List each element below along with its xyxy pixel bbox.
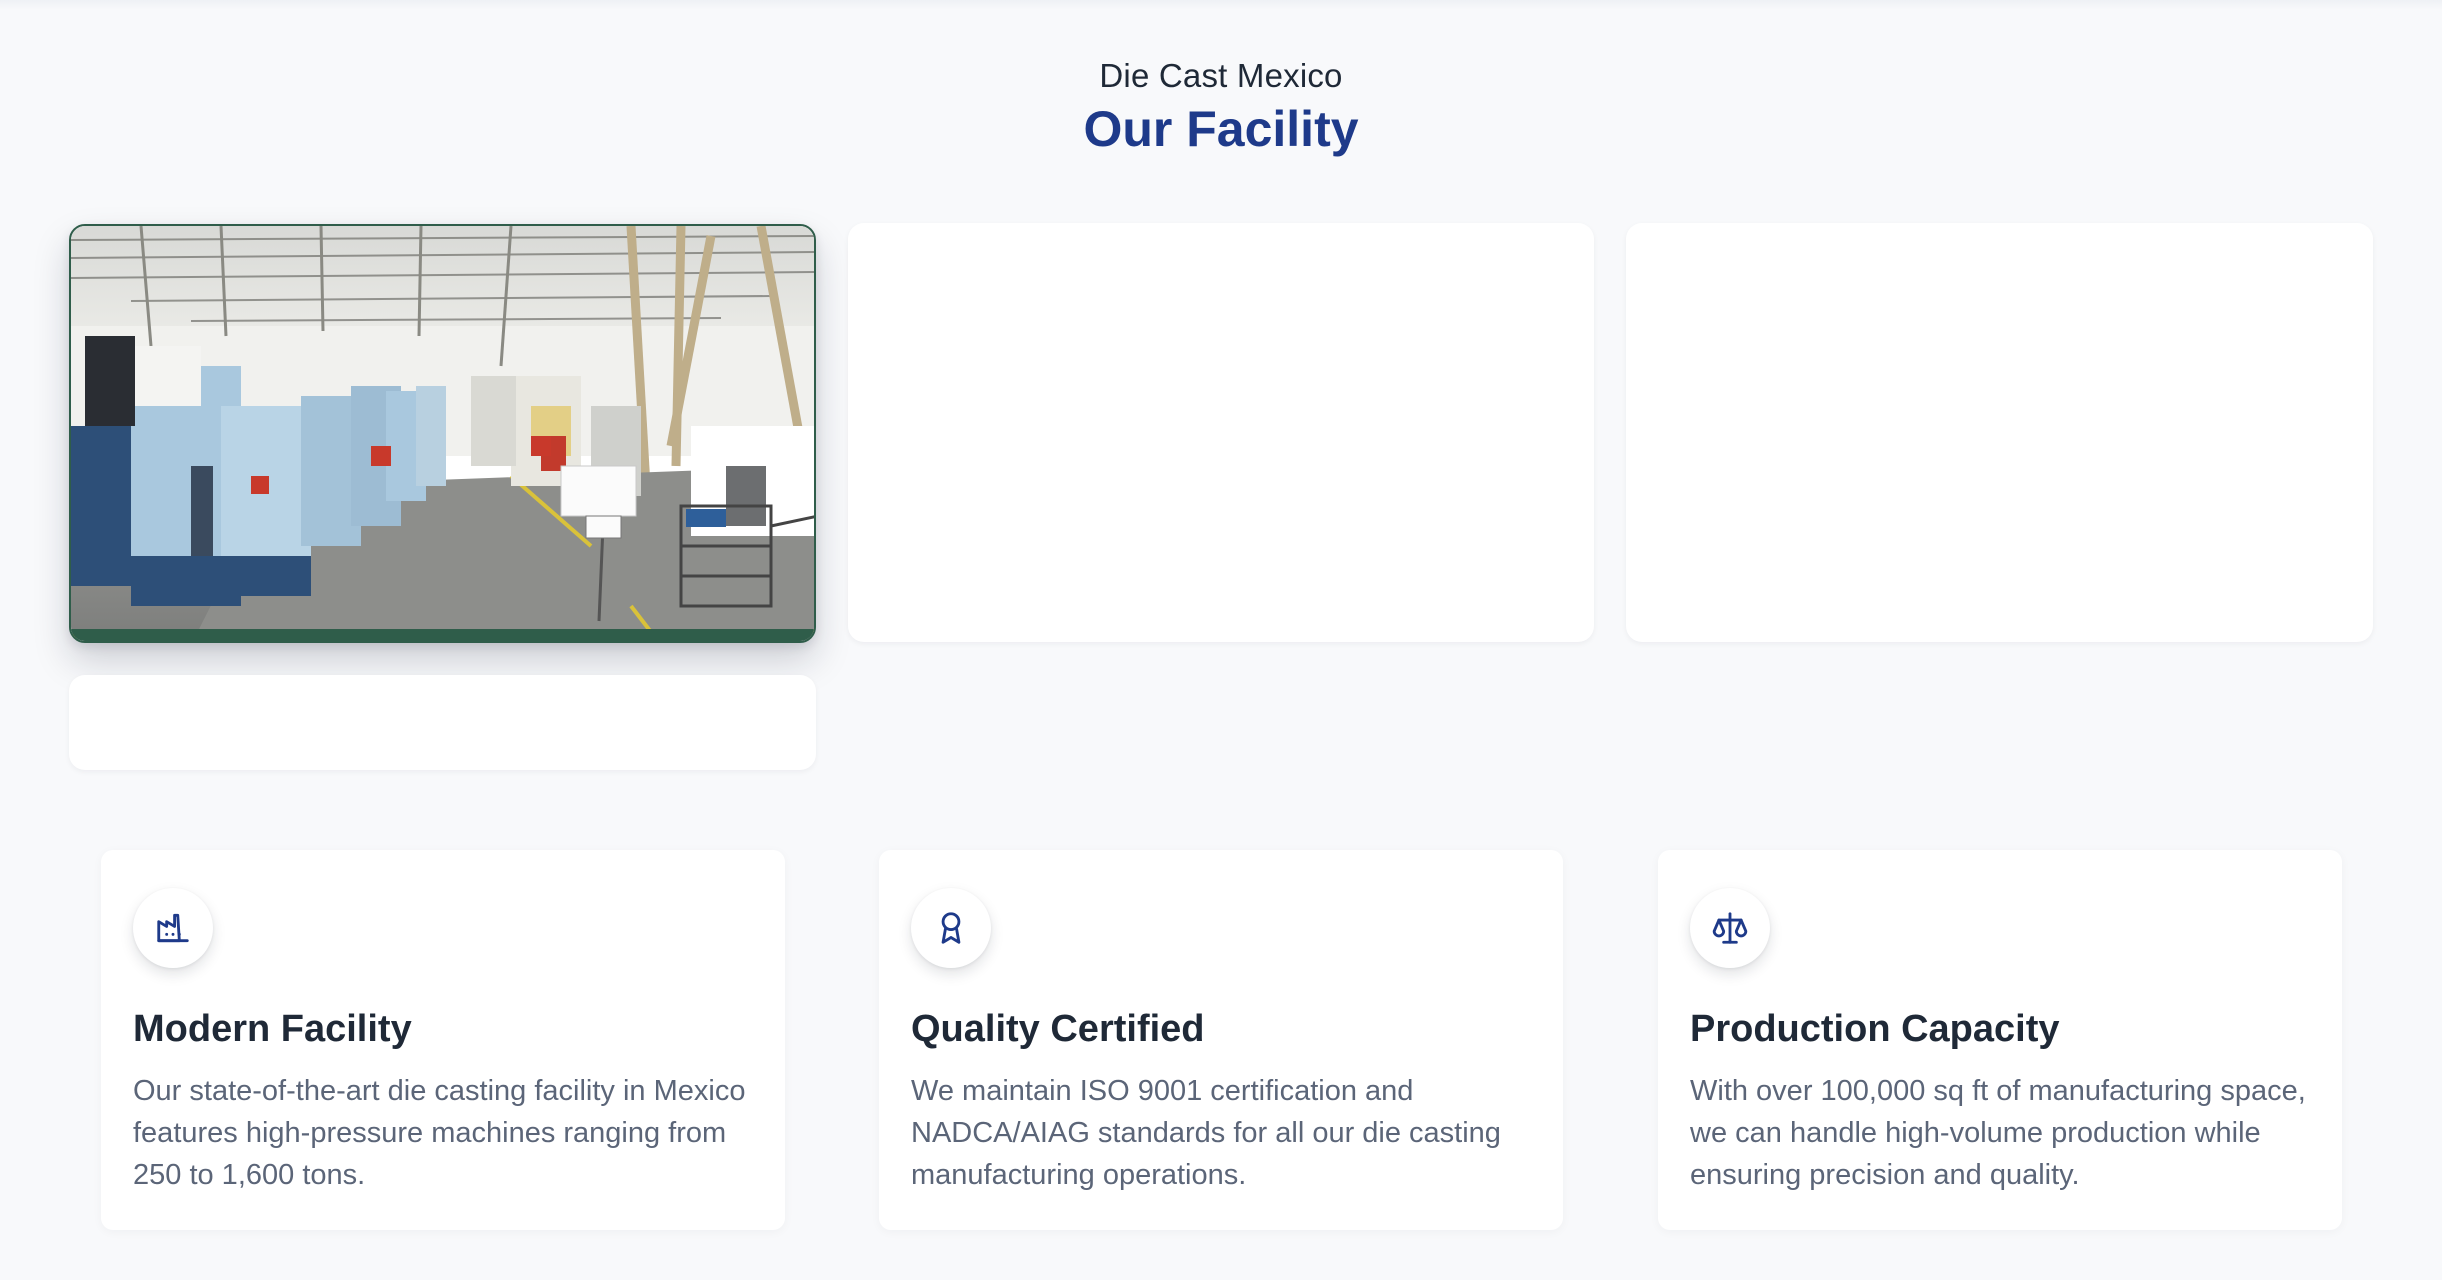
- section-header: Die Cast Mexico Our Facility: [0, 56, 2442, 160]
- feature-card-modern-facility: Modern Facility Our state-of-the-art die…: [101, 850, 785, 1230]
- feature-description: We maintain ISO 9001 certification and N…: [911, 1075, 1501, 1191]
- feature-title: Quality Certified: [911, 1008, 1205, 1050]
- top-divider: [0, 0, 2442, 10]
- gallery-card-4[interactable]: [69, 675, 816, 770]
- gallery-card-2[interactable]: [848, 223, 1594, 642]
- factory-icon: [133, 888, 213, 968]
- feature-description: Our state-of-the-art die casting facilit…: [133, 1075, 746, 1191]
- factory-floor-photo: [71, 226, 814, 641]
- feature-description: With over 100,000 sq ft of manufacturing…: [1690, 1075, 2306, 1191]
- award-icon: [911, 888, 991, 968]
- section-eyebrow: Die Cast Mexico: [1099, 57, 1343, 94]
- facility-photo-card[interactable]: [69, 224, 816, 643]
- feature-title: Production Capacity: [1690, 1008, 2060, 1050]
- feature-card-quality-certified: Quality Certified We maintain ISO 9001 c…: [879, 850, 1563, 1230]
- section-title: Our Facility: [1083, 101, 1359, 157]
- feature-title: Modern Facility: [133, 1008, 412, 1050]
- scale-icon: [1690, 888, 1770, 968]
- gallery-card-3[interactable]: [1626, 223, 2373, 642]
- feature-card-production-capacity: Production Capacity With over 100,000 sq…: [1658, 850, 2342, 1230]
